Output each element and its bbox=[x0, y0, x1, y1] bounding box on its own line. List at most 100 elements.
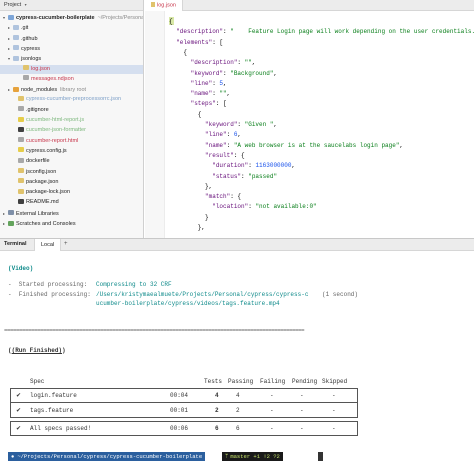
code-token: "keyword" bbox=[190, 69, 224, 77]
video-label: (Video) bbox=[8, 265, 34, 272]
folder-icon bbox=[13, 86, 19, 92]
add-tab-icon[interactable]: + bbox=[64, 241, 68, 247]
tree-item[interactable]: ▾ cypress-cucumber-boilerplate ~/Projects/… bbox=[0, 13, 143, 22]
code-line: "status": "passed" bbox=[169, 172, 277, 182]
tree-item[interactable]: package-lock.json bbox=[0, 188, 143, 197]
file-icon bbox=[18, 188, 24, 194]
tree-item[interactable]: cucumber-json-formatter bbox=[0, 126, 143, 135]
tree-item-label: .github bbox=[21, 35, 38, 42]
tree-item[interactable]: cypress-cucumber-preprocessorrc.json bbox=[0, 95, 143, 104]
tab-log-json[interactable]: log.json bbox=[145, 0, 183, 11]
tree-item-label: .git bbox=[21, 25, 29, 32]
started-processing-label: - Started processing: bbox=[8, 281, 88, 288]
tree-item[interactable]: cucumber-html-report.js bbox=[0, 116, 143, 125]
tree-item[interactable]: dockerfile bbox=[0, 157, 143, 166]
editor: log.json { "description": " Feature Logi… bbox=[145, 0, 474, 238]
tree-item[interactable]: package.json bbox=[0, 178, 143, 187]
finished-path-line-2: ucumber-boilerplate/cypress/videos/tags.… bbox=[96, 300, 280, 307]
code-token: , bbox=[223, 79, 227, 87]
file-icon bbox=[18, 95, 24, 101]
tree-item-label: cucumber-json-formatter bbox=[26, 127, 86, 134]
prompt-git-text: master +1 !2 ?2 bbox=[230, 453, 280, 460]
tab-local[interactable]: Local bbox=[34, 239, 62, 251]
code-token: "location" bbox=[212, 203, 249, 211]
code-token: "steps" bbox=[190, 100, 216, 108]
code-token: "A web browser is at the saucelabs login… bbox=[233, 141, 400, 149]
code-line: "location": "not available:0" bbox=[169, 202, 316, 212]
tree-item[interactable]: ▸ .git bbox=[0, 23, 143, 32]
tree-item[interactable]: cucumber-report.html bbox=[0, 137, 143, 146]
tree-item[interactable]: messages.ndjson bbox=[0, 75, 143, 84]
code-line: }, bbox=[169, 182, 212, 192]
tree-item[interactable]: README.md bbox=[0, 198, 143, 207]
code-token: : bbox=[226, 131, 234, 139]
code-token: "status" bbox=[212, 172, 242, 180]
summary-text: All specs passed! bbox=[30, 425, 92, 432]
code-token: "match" bbox=[205, 193, 231, 201]
code-line: { bbox=[169, 48, 187, 58]
folder-icon bbox=[13, 35, 19, 41]
spec-tests: 2 bbox=[215, 407, 219, 414]
code-line: "steps": [ bbox=[169, 99, 227, 109]
code-line: { bbox=[169, 110, 202, 120]
tree-item-label: log.json bbox=[31, 65, 50, 72]
spec-pending: - bbox=[300, 407, 304, 414]
code-line: "keyword": "Background", bbox=[169, 69, 277, 79]
file-icon bbox=[18, 137, 24, 143]
tree-item[interactable]: ▸ node_modules library root bbox=[0, 85, 143, 94]
spec-pending: - bbox=[300, 392, 304, 399]
code-line: { bbox=[169, 17, 173, 27]
tree-item[interactable]: .gitignore bbox=[0, 106, 143, 115]
file-icon bbox=[18, 116, 24, 122]
code-token: : { bbox=[230, 193, 242, 201]
tree-item[interactable]: ▸ cypress bbox=[0, 44, 143, 53]
tree-item[interactable]: ▸ External Libraries bbox=[0, 209, 143, 218]
shell-prompt[interactable]: ● ~/Projects/Personal/cypress/cypress-cuc… bbox=[0, 451, 474, 462]
tree-item[interactable]: ▾ jsonlogs bbox=[0, 54, 143, 63]
run-finished-text: (Run Finished) bbox=[11, 347, 63, 354]
tree-item[interactable]: ▸ .github bbox=[0, 34, 143, 43]
tree-item[interactable]: ▸ Scratches and Consoles bbox=[0, 219, 143, 228]
tree-item-label: messages.ndjson bbox=[31, 75, 74, 82]
divider-line: ========================================… bbox=[4, 327, 305, 334]
code-token: "name" bbox=[190, 90, 213, 98]
chevron-down-icon[interactable]: ▾ bbox=[25, 2, 27, 7]
tab-label: log.json bbox=[157, 2, 176, 9]
code-token: "" bbox=[219, 90, 227, 98]
table-header: Skipped bbox=[322, 378, 348, 385]
summary-pending: - bbox=[300, 425, 304, 432]
spec-tests: 4 bbox=[215, 392, 219, 399]
spec-name: login.feature bbox=[30, 392, 77, 399]
code-line: "line": 6, bbox=[169, 130, 241, 140]
finished-path-line-1: /Users/kristymaealmuete/Projects/Persona… bbox=[96, 291, 309, 298]
code-token: , bbox=[273, 69, 278, 77]
file-icon bbox=[18, 126, 24, 132]
terminal-cursor bbox=[318, 452, 323, 461]
file-icon bbox=[23, 75, 29, 81]
prompt-path: ● ~/Projects/Personal/cypress/cypress-cuc… bbox=[8, 452, 206, 461]
code-token: { bbox=[169, 110, 202, 118]
finished-time: (1 second) bbox=[322, 291, 359, 298]
tree-item[interactable]: jsconfig.json bbox=[0, 168, 143, 177]
code-token: : { bbox=[233, 151, 245, 159]
code-line: "keyword": "Given ", bbox=[169, 120, 277, 130]
spec-name: tags.feature bbox=[30, 407, 74, 414]
file-icon bbox=[18, 168, 24, 173]
table-header: Spec bbox=[30, 378, 45, 385]
tree-item[interactable]: log.json bbox=[0, 64, 143, 74]
code-line: }, bbox=[169, 223, 205, 233]
tree-item-label: package.json bbox=[26, 178, 59, 185]
tree-item[interactable]: cypress.config.js bbox=[0, 147, 143, 156]
code-token: "name" bbox=[205, 141, 227, 149]
tree-item-label: jsonlogs bbox=[21, 56, 42, 63]
project-panel-header[interactable]: Project ▾ bbox=[0, 0, 143, 11]
code-token: "line" bbox=[205, 131, 227, 139]
spec-skipped: - bbox=[332, 407, 336, 414]
tree-item-label: cypress-cucumber-boilerplate bbox=[16, 15, 95, 21]
code-token: , bbox=[226, 90, 231, 98]
table-header: Pending bbox=[292, 378, 318, 385]
